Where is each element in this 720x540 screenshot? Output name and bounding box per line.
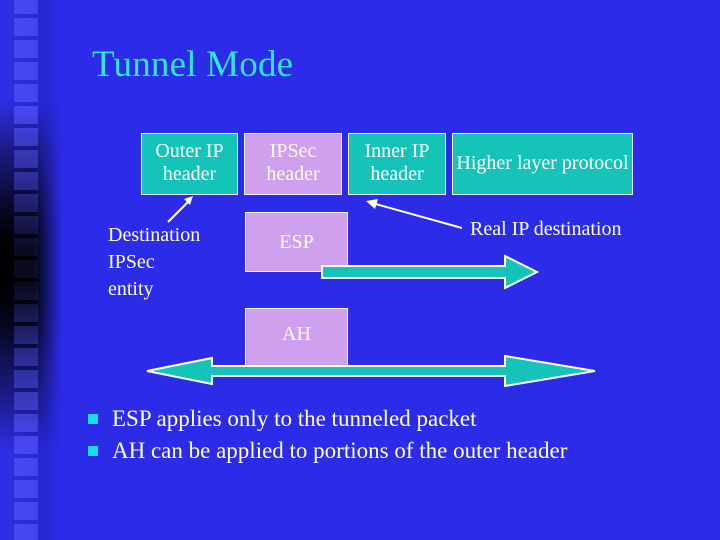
page-title: Tunnel Mode <box>92 44 294 85</box>
protocol-block-esp: ESP <box>245 212 348 272</box>
decorative-square <box>14 0 38 14</box>
packet-field-outer-ip-header: Outer IP header <box>141 133 238 195</box>
callout-destination-ipsec-entity: Destination IPSec entity <box>108 224 201 300</box>
decorative-square <box>14 194 38 212</box>
slide-canvas: Tunnel Mode Outer IP header IPSec header… <box>0 0 720 540</box>
list-item: ESP applies only to the tunneled packet <box>88 403 688 434</box>
leader-line-real-destination-icon <box>366 199 463 229</box>
decorative-square <box>14 414 38 432</box>
decorative-square <box>14 282 38 300</box>
decorative-square <box>14 392 38 410</box>
decorative-square <box>14 326 38 344</box>
decorative-square <box>14 348 38 366</box>
decorative-square <box>14 18 38 36</box>
decorative-square <box>14 436 38 454</box>
callout-real-ip-destination: Real IP destination <box>470 218 622 240</box>
bullet-text: AH can be applied to portions of the out… <box>112 438 568 463</box>
packet-field-ipsec-header: IPSec header <box>244 133 342 195</box>
decorative-square <box>14 502 38 520</box>
decorative-square-column <box>14 0 38 540</box>
bullet-square-icon <box>88 446 98 456</box>
decorative-square <box>14 216 38 234</box>
decorative-square <box>14 62 38 80</box>
leader-line-destination-icon <box>167 196 193 223</box>
decorative-square <box>14 458 38 476</box>
decorative-square <box>14 480 38 498</box>
protocol-block-ah: AH <box>245 308 348 370</box>
decorative-square <box>14 304 38 322</box>
left-decorative-band <box>0 0 62 540</box>
packet-field-higher-layer-protocol: Higher layer protocol <box>452 133 633 195</box>
decorative-square <box>14 150 38 168</box>
ah-coverage-arrow-icon <box>146 354 596 388</box>
bullet-square-icon <box>88 414 98 424</box>
decorative-square <box>14 524 38 540</box>
decorative-square <box>14 260 38 278</box>
decorative-square <box>14 238 38 256</box>
esp-coverage-arrow-icon <box>321 254 540 290</box>
packet-field-inner-ip-header: Inner IP header <box>348 133 446 195</box>
list-item: AH can be applied to portions of the out… <box>88 435 688 466</box>
decorative-square <box>14 84 38 102</box>
bullet-list: ESP applies only to the tunneled packet … <box>88 403 688 467</box>
decorative-square <box>14 128 38 146</box>
decorative-square <box>14 106 38 124</box>
decorative-square <box>14 370 38 388</box>
decorative-square <box>14 40 38 58</box>
bullet-text: ESP applies only to the tunneled packet <box>112 406 477 431</box>
decorative-square <box>14 172 38 190</box>
